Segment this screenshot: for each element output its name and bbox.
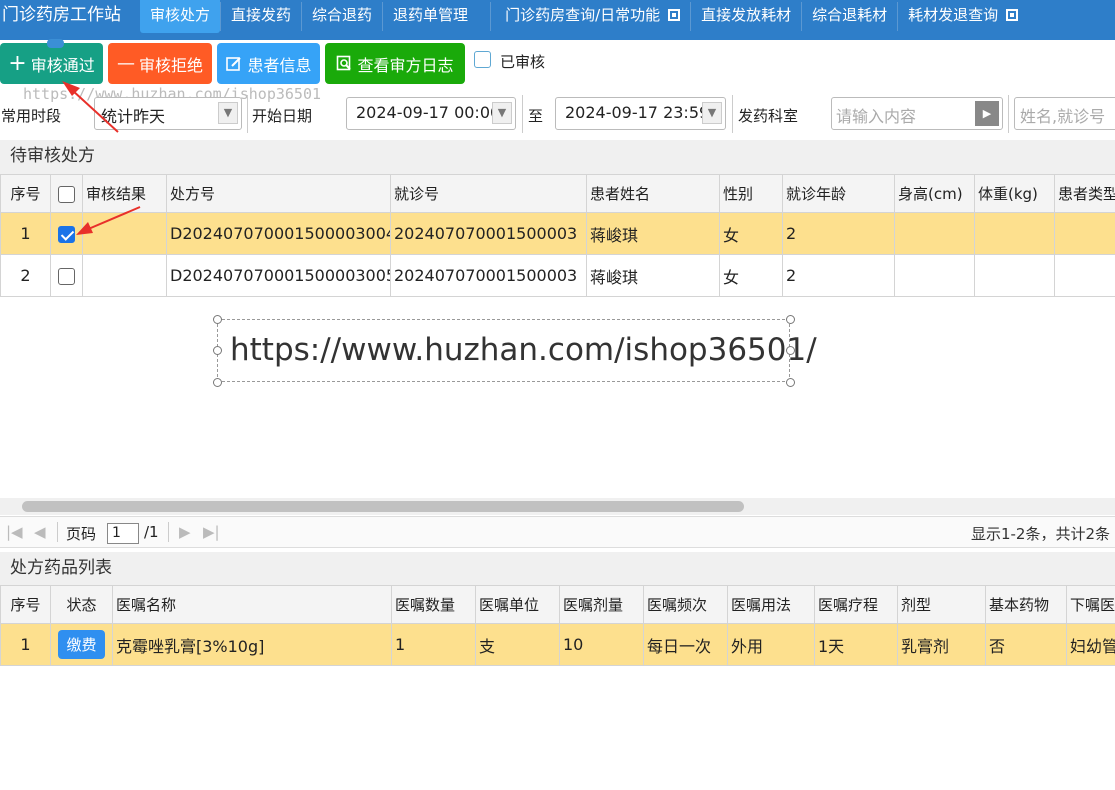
col-header: 序号: [0, 585, 51, 624]
page-label: 页码: [66, 525, 97, 543]
col-header: 医嘱数量: [391, 585, 476, 624]
drug-name: 克霉唑乳膏[3%10g]: [112, 623, 392, 666]
prev-page-icon[interactable]: ◀: [34, 523, 46, 541]
page-total: /1: [144, 523, 159, 541]
col-header: 医嘱用法: [727, 585, 815, 624]
col-header: 医嘱名称: [112, 585, 392, 624]
col-header: 下嘱医: [1066, 585, 1115, 624]
col-header: 医嘱频次: [643, 585, 728, 624]
table-row[interactable]: 1 缴费 克霉唑乳膏[3%10g] 1 支 10 每日一次 外用 1天 乳膏剂 …: [0, 623, 1115, 666]
drug-dose: 10: [559, 623, 644, 666]
drug-doctor: 妇幼管: [1066, 623, 1115, 666]
horizontal-scrollbar[interactable]: [0, 498, 1115, 515]
status-cell: 缴费: [50, 623, 113, 666]
pager-summary: 显示1-2条，共计2条: [970, 525, 1110, 543]
col-header: 基本药物: [985, 585, 1067, 624]
next-page-icon[interactable]: ▶: [179, 523, 191, 541]
pagination-bar: |◀ ◀ 页码 1 /1 ▶ ▶| 显示1-2条，共计2条: [0, 516, 1115, 548]
col-header: 状态: [50, 585, 113, 624]
drug-course: 1天: [814, 623, 898, 666]
last-page-icon[interactable]: ▶|: [203, 523, 220, 541]
page-input[interactable]: 1: [107, 523, 139, 544]
row-number: 1: [0, 623, 51, 666]
drug-form: 乳膏剂: [897, 623, 986, 666]
annotation-arrows: [62, 81, 141, 235]
drug-qty: 1: [391, 623, 476, 666]
col-header: 医嘱疗程: [814, 585, 898, 624]
drug-unit: 支: [475, 623, 560, 666]
drug-frequency: 每日一次: [643, 623, 728, 666]
drug-list-title: 处方药品列表: [0, 552, 1115, 585]
col-header: 医嘱单位: [475, 585, 560, 624]
drug-basic: 否: [985, 623, 1067, 666]
status-badge: 缴费: [58, 630, 105, 659]
drug-table: 序号 状态 医嘱名称 医嘱数量 医嘱单位 医嘱剂量 医嘱频次 医嘱用法 医嘱疗程…: [0, 585, 1115, 666]
col-header: 医嘱剂量: [559, 585, 644, 624]
scrollbar-thumb[interactable]: [22, 501, 744, 512]
drug-usage: 外用: [727, 623, 815, 666]
first-page-icon[interactable]: |◀: [6, 523, 23, 541]
col-header: 剂型: [897, 585, 986, 624]
table-header: 序号 状态 医嘱名称 医嘱数量 医嘱单位 医嘱剂量 医嘱频次 医嘱用法 医嘱疗程…: [0, 585, 1115, 624]
